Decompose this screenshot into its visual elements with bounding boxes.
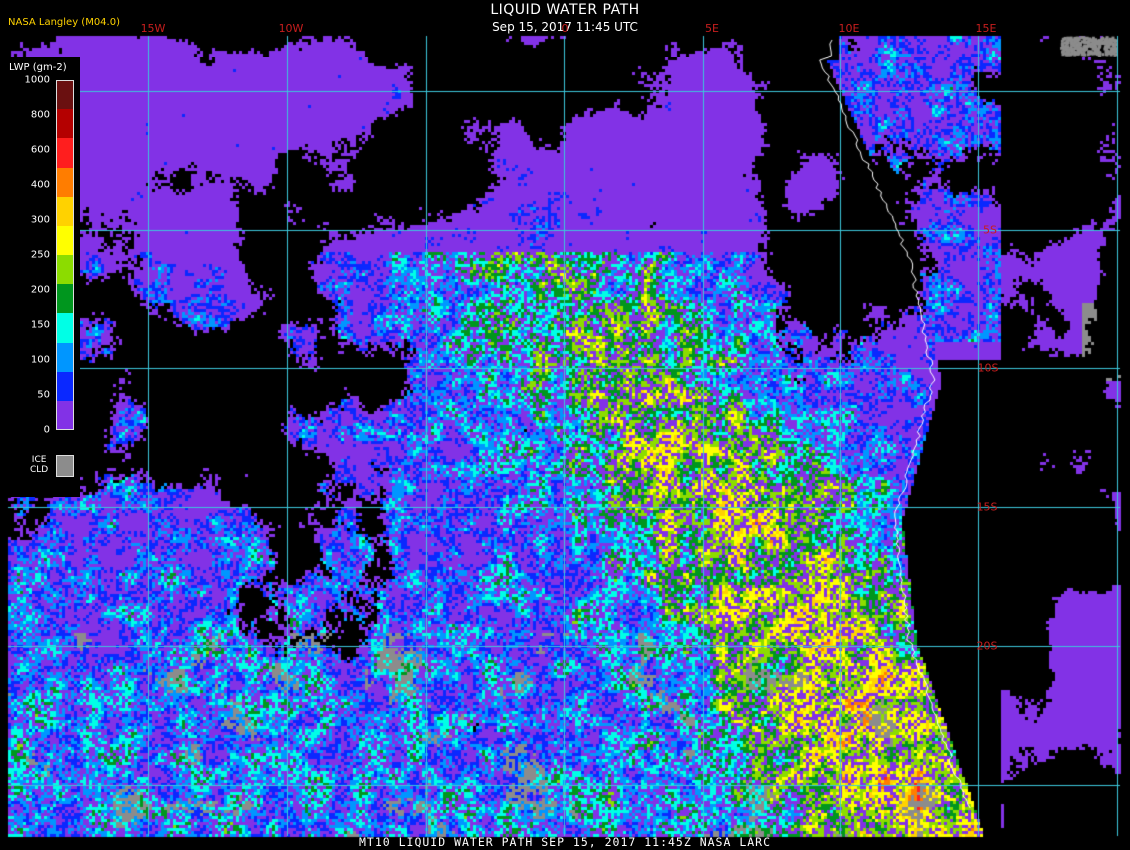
lon-label-15w: 15W: [140, 22, 166, 35]
legend-tick-label: 0: [43, 424, 50, 436]
lon-label-10w: 10W: [278, 22, 304, 35]
legend-tick-label: 200: [30, 284, 50, 296]
legend-tick-label: 400: [30, 179, 50, 191]
ice-cloud-swatch: [56, 455, 74, 477]
legend-tick-label: 150: [30, 319, 50, 331]
lon-label-15e: 15E: [975, 22, 997, 35]
lat-label-5s: 5S: [983, 223, 997, 237]
legend-tick-label: 100: [30, 354, 50, 366]
legend-tick-label: 1000: [24, 74, 50, 86]
lon-label-5e: 5E: [705, 22, 719, 35]
lon-label-10e: 10E: [838, 22, 860, 35]
lon-label-0: 0: [561, 22, 569, 35]
legend-tick-label: 50: [37, 389, 50, 401]
legend-colorbar-border: [56, 80, 74, 430]
ice-cloud-label: ICE CLD: [30, 455, 49, 475]
legend-tick-label: 250: [30, 249, 50, 261]
legend-tick-label: 600: [30, 144, 50, 156]
lat-label-10s: 10S: [977, 361, 999, 375]
lat-label-20s: 20S: [976, 639, 998, 653]
lat-label-15s: 15S: [976, 500, 998, 514]
map-title: LIQUID WATER PATH: [490, 2, 640, 18]
footer-caption: MT10 LIQUID WATER PATH SEP 15, 2017 11:4…: [358, 835, 772, 849]
legend-title: LWP (gm-2): [9, 62, 67, 73]
legend-tick-label: 300: [30, 214, 50, 226]
lwp-map-canvas: [0, 0, 1130, 850]
legend-tick-label: 800: [30, 109, 50, 121]
